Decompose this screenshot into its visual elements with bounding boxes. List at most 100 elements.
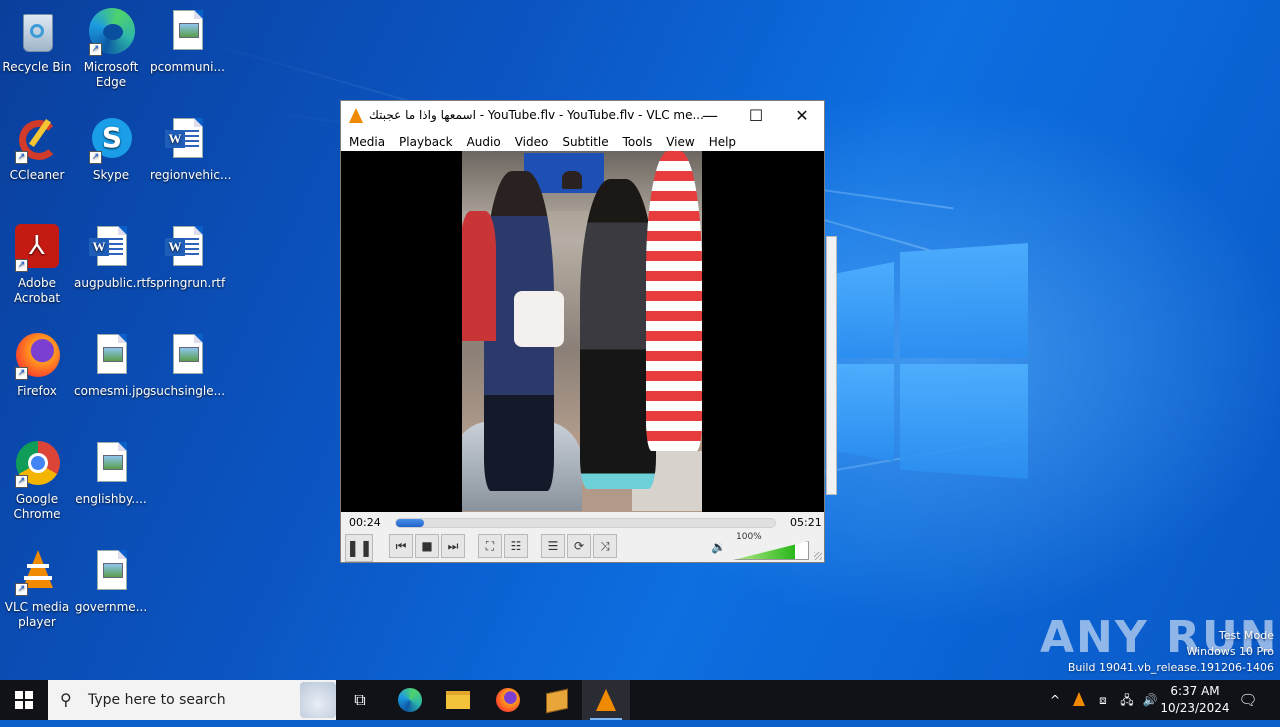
taskbar-clock[interactable]: 6:37 AM 10/23/2024 bbox=[1158, 683, 1232, 717]
firefox-icon: ↗ bbox=[13, 332, 61, 380]
start-button[interactable] bbox=[0, 680, 48, 720]
search-highlight-art bbox=[300, 682, 336, 718]
vlc-icon bbox=[596, 689, 616, 711]
pause-button[interactable]: ❚❚ bbox=[345, 534, 373, 562]
word-file-icon: W bbox=[163, 224, 211, 272]
taskbar-firefox-button[interactable] bbox=[484, 680, 532, 720]
desktop-icon-comesmi[interactable]: comesmi.jpg bbox=[74, 332, 151, 399]
vlc-titlebar[interactable]: اسمعها واذا ما عجبتك - YouTube.flv - You… bbox=[341, 101, 824, 131]
menu-media[interactable]: Media bbox=[341, 132, 385, 152]
vlc-tray-icon[interactable] bbox=[1069, 680, 1089, 720]
clock-date: 10/23/2024 bbox=[1160, 701, 1230, 715]
menu-subtitle[interactable]: Subtitle bbox=[554, 132, 608, 152]
desktop-icon-pcommuni[interactable]: pcommuni... bbox=[150, 8, 225, 75]
search-icon: ⚲ bbox=[60, 690, 72, 709]
taskbar-package-button[interactable] bbox=[533, 680, 581, 720]
desktop: Recycle Bin ↗ Microsoft Edge pcommuni...… bbox=[0, 0, 1280, 680]
taskbar-edge-button[interactable] bbox=[386, 680, 434, 720]
desktop-icon-label: Skype bbox=[92, 168, 130, 182]
desktop-icon-label: springrun.rtf bbox=[150, 276, 226, 290]
menu-view[interactable]: View bbox=[658, 132, 694, 152]
windows-logo-pane bbox=[900, 364, 1028, 479]
desktop-icon-label: suchsingle... bbox=[150, 384, 226, 398]
menu-video[interactable]: Video bbox=[507, 132, 549, 152]
windows-logo-pane bbox=[836, 364, 894, 461]
windows-watermark: Test Mode Windows 10 Pro Build 19041.vb_… bbox=[1068, 628, 1274, 676]
ccleaner-icon: ↗ bbox=[13, 116, 61, 164]
notification-icon[interactable]: 🗨 bbox=[1236, 680, 1260, 720]
menu-playback[interactable]: Playback bbox=[391, 132, 453, 152]
network-icon[interactable]: 🖧 bbox=[1117, 680, 1137, 720]
test-mode-text: Test Mode bbox=[1218, 629, 1274, 642]
task-view-icon[interactable]: ⧉ bbox=[336, 680, 384, 720]
volume-tray-icon[interactable]: 🔊 bbox=[1140, 680, 1160, 720]
vlc-window: اسمعها واذا ما عجبتك - YouTube.flv - You… bbox=[340, 100, 825, 563]
seek-row: 00:24 05:21 bbox=[341, 512, 824, 534]
word-file-icon: W bbox=[163, 116, 211, 164]
playlist-button[interactable]: ☰ bbox=[541, 534, 565, 558]
build-text: Build 19041.vb_release.191206-1406 bbox=[1067, 661, 1274, 674]
chevron-up-icon[interactable]: ^ bbox=[1045, 680, 1065, 720]
clock-time: 6:37 AM bbox=[1170, 684, 1220, 698]
menu-tools[interactable]: Tools bbox=[615, 132, 653, 152]
background-window-edge bbox=[826, 236, 837, 495]
desktop-icon-springrun[interactable]: W springrun.rtf bbox=[150, 224, 226, 291]
desktop-icon-label: augpublic.rtf bbox=[74, 276, 151, 290]
security-tray-icon[interactable]: ⧈ bbox=[1093, 680, 1113, 720]
desktop-icon-edge[interactable]: ↗ Microsoft Edge bbox=[74, 8, 148, 90]
speaker-icon[interactable]: 🔉 bbox=[711, 540, 726, 554]
desktop-icon-recycle-bin[interactable]: Recycle Bin bbox=[0, 8, 74, 75]
desktop-icon-suchsingle[interactable]: suchsingle... bbox=[150, 332, 226, 399]
video-frame bbox=[462, 151, 702, 512]
desktop-icon-label: regionvehic... bbox=[150, 168, 232, 182]
firefox-icon bbox=[496, 688, 520, 712]
desktop-icon-label: governme... bbox=[74, 600, 148, 614]
desktop-icon-label: VLC media player bbox=[4, 600, 70, 629]
desktop-icon-ccleaner[interactable]: ↗ CCleaner bbox=[0, 116, 74, 183]
desktop-icon-vlc[interactable]: ↗ VLC media player bbox=[0, 548, 74, 630]
taskbar-search-box[interactable]: ⚲ Type here to search bbox=[48, 680, 336, 720]
recycle-bin-icon bbox=[13, 8, 61, 56]
close-button[interactable]: ✕ bbox=[779, 101, 825, 131]
desktop-icon-augpublic[interactable]: W augpublic.rtf bbox=[74, 224, 151, 291]
image-file-icon bbox=[87, 440, 135, 488]
maximize-button[interactable]: ☐ bbox=[733, 101, 779, 131]
vlc-controls: ❚❚ ⏮ ■ ⏭ ⛶ ☷ ☰ ⟳ ⤨ 🔉 100% bbox=[341, 532, 824, 562]
windows-start-icon bbox=[15, 691, 33, 709]
video-area[interactable] bbox=[341, 151, 824, 512]
desktop-icon-label: englishby.... bbox=[75, 492, 147, 506]
elapsed-time: 00:24 bbox=[349, 516, 381, 529]
shuffle-button[interactable]: ⤨ bbox=[593, 534, 617, 558]
vlc-menubar: Media Playback Audio Video Subtitle Tools View… bbox=[341, 131, 824, 151]
taskbar-file-explorer-button[interactable] bbox=[434, 680, 482, 720]
loop-button[interactable]: ⟳ bbox=[567, 534, 591, 558]
desktop-icon-englishby[interactable]: englishby.... bbox=[74, 440, 148, 507]
volume-slider[interactable] bbox=[733, 541, 809, 560]
vlc-cone-icon bbox=[349, 108, 363, 123]
search-placeholder: Type here to search bbox=[88, 692, 226, 708]
menu-help[interactable]: Help bbox=[701, 132, 736, 152]
minimize-button[interactable]: — bbox=[687, 101, 733, 131]
windows-logo-pane bbox=[900, 243, 1028, 358]
desktop-icon-google-chrome[interactable]: ↗ Google Chrome bbox=[0, 440, 74, 522]
desktop-icon-adobe-acrobat[interactable]: ⅄ ↗ Adobe Acrobat bbox=[0, 224, 74, 306]
desktop-icon-firefox[interactable]: ↗ Firefox bbox=[0, 332, 74, 399]
taskbar-vlc-button[interactable] bbox=[582, 680, 630, 720]
extended-settings-button[interactable]: ☷ bbox=[504, 534, 528, 558]
desktop-icon-skype[interactable]: S ↗ Skype bbox=[74, 116, 148, 183]
total-time: 05:21 bbox=[790, 516, 822, 529]
image-file-icon bbox=[87, 332, 135, 380]
taskbar: ⚲ Type here to search ⧉ ^ ⧈ 🖧 🔊 6:37 AM … bbox=[0, 680, 1280, 720]
previous-button[interactable]: ⏮ bbox=[389, 534, 413, 558]
seek-bar[interactable] bbox=[395, 518, 776, 528]
seek-bar-fill bbox=[396, 519, 425, 527]
resize-grip[interactable] bbox=[814, 552, 822, 560]
desktop-icon-governme[interactable]: governme... bbox=[74, 548, 148, 615]
package-icon bbox=[546, 688, 568, 714]
desktop-icon-label: Adobe Acrobat bbox=[13, 276, 61, 305]
desktop-icon-regionvehic[interactable]: W regionvehic... bbox=[150, 116, 232, 183]
stop-button[interactable]: ■ bbox=[415, 534, 439, 558]
fullscreen-button[interactable]: ⛶ bbox=[478, 534, 502, 558]
menu-audio[interactable]: Audio bbox=[459, 132, 501, 152]
next-button[interactable]: ⏭ bbox=[441, 534, 465, 558]
